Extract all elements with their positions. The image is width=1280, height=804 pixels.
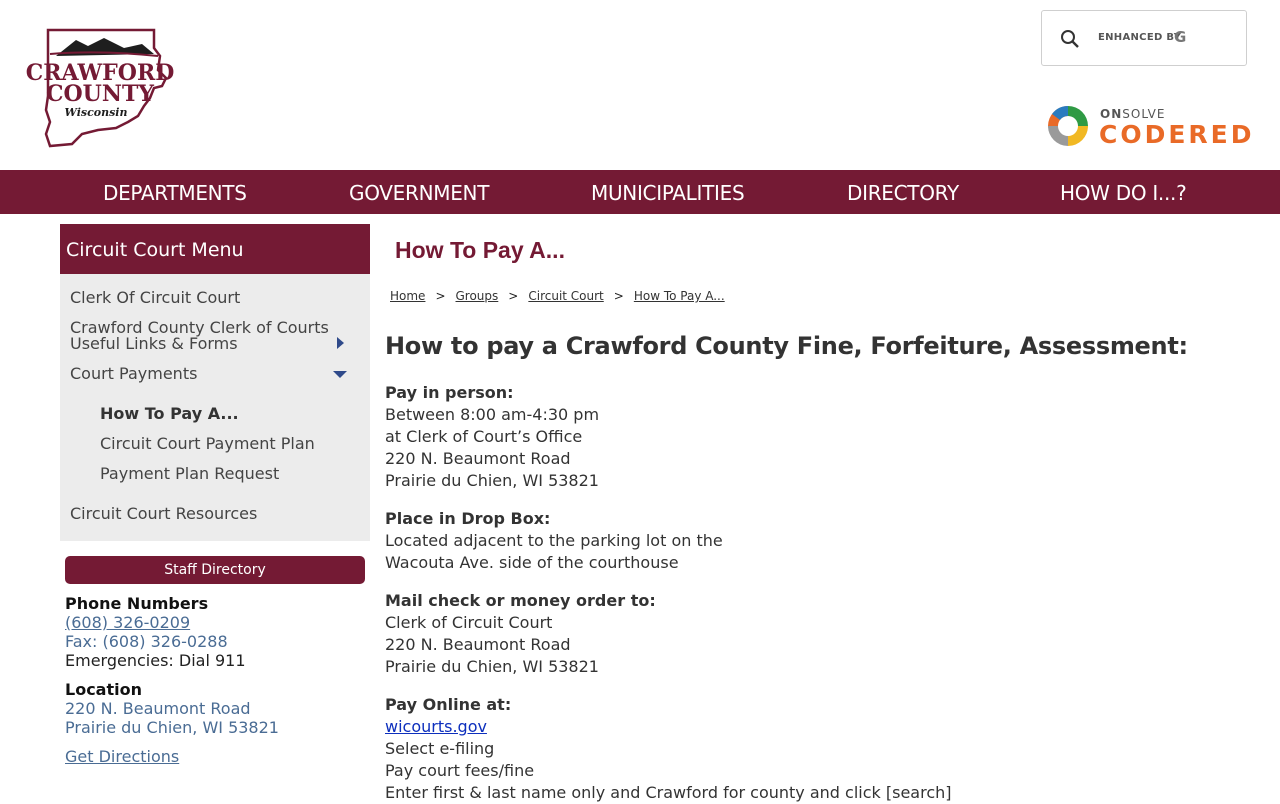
fax-number: Fax: (608) 326-0288 [65, 632, 228, 651]
section-line: Prairie du Chien, WI 53821 [385, 657, 599, 676]
breadcrumb: Home > Groups > Circuit Court > How To Pay A..… [390, 289, 725, 303]
breadcrumb-current-page[interactable]: How To Pay A... [634, 289, 725, 303]
section-line: Located adjacent to the parking lot on t… [385, 531, 723, 550]
address-line-2: Prairie du Chien, WI 53821 [65, 718, 279, 737]
search-icon[interactable] [1060, 29, 1080, 49]
section-line: Between 8:00 am-4:30 pm [385, 405, 600, 424]
main-navigation: DEPARTMENTS GOVERNMENT MUNICIPALITIES DI… [0, 170, 1280, 214]
section-title: Pay in person: [385, 383, 514, 402]
menu-item-clerk-of-circuit-court[interactable]: Clerk Of Circuit Court [70, 290, 240, 306]
breadcrumb-circuit-court[interactable]: Circuit Court [528, 289, 603, 303]
submenu-item-payment-plan-request[interactable]: Payment Plan Request [100, 464, 279, 483]
address-line-1: 220 N. Beaumont Road [65, 699, 251, 718]
content-heading: How to pay a Crawford County Fine, Forfe… [385, 332, 1188, 360]
section-title: Mail check or money order to: [385, 591, 656, 610]
emergency-number: Emergencies: Dial 911 [65, 651, 246, 670]
breadcrumb-groups[interactable]: Groups [456, 289, 499, 303]
onsolve-label: ONSOLVE [1100, 107, 1166, 121]
sidebar-menu: Clerk Of Circuit Court Crawford County C… [60, 274, 370, 541]
codered-logo[interactable]: ONSOLVE CODERED [1046, 104, 1252, 152]
get-directions-link[interactable]: Get Directions [65, 747, 179, 766]
staff-directory-button[interactable]: Staff Directory [65, 556, 365, 584]
site-search-box[interactable]: ENHANCED BY G [1041, 10, 1247, 66]
section-title: Place in Drop Box: [385, 509, 551, 528]
breadcrumb-separator: > [435, 289, 446, 303]
section-line: Select e-filing [385, 739, 495, 758]
section-line: Clerk of Circuit Court [385, 613, 553, 632]
search-enhanced-label: ENHANCED BY [1098, 32, 1182, 43]
logo-text-wisconsin: Wisconsin [65, 106, 128, 119]
menu-item-court-payments[interactable]: Court Payments [70, 366, 197, 382]
expand-arrow-right-icon[interactable] [337, 337, 344, 349]
sidebar-menu-title: Circuit Court Menu [60, 224, 370, 274]
google-g-icon: G [1174, 28, 1187, 46]
section-line: 220 N. Beaumont Road [385, 635, 571, 654]
section-line: Wacouta Ave. side of the courthouse [385, 553, 679, 572]
wicourts-link[interactable]: wicourts.gov [385, 717, 487, 736]
nav-how-do-i[interactable]: HOW DO I...? [1060, 170, 1187, 214]
crawford-county-logo[interactable]: CRAWFORD COUNTY Wisconsin [26, 26, 174, 150]
section-line: Enter first & last name only and Crawfor… [385, 783, 952, 802]
breadcrumb-separator: > [613, 289, 624, 303]
menu-item-circuit-court-resources[interactable]: Circuit Court Resources [70, 506, 257, 522]
nav-government[interactable]: GOVERNMENT [349, 170, 489, 214]
phone-link[interactable]: (608) 326-0209 [65, 613, 190, 632]
submenu-item-payment-plan[interactable]: Circuit Court Payment Plan [100, 434, 315, 453]
nav-departments[interactable]: DEPARTMENTS [103, 170, 247, 214]
site-header: CRAWFORD COUNTY Wisconsin ENHANCED BY G … [0, 0, 1280, 170]
codered-label: CODERED [1099, 120, 1255, 149]
logo-text-county: COUNTY [46, 81, 154, 107]
submenu-item-how-to-pay[interactable]: How To Pay A... [100, 404, 239, 423]
section-pay-in-person: Pay in person: Between 8:00 am-4:30 pm a… [385, 382, 599, 492]
section-pay-online: Pay Online at: wicourts.gov Select e-fil… [385, 694, 952, 804]
section-title: Pay Online at: [385, 695, 512, 714]
section-line: Prairie du Chien, WI 53821 [385, 471, 599, 490]
section-mail: Mail check or money order to: Clerk of C… [385, 590, 656, 678]
nav-municipalities[interactable]: MUNICIPALITIES [591, 170, 745, 214]
nav-directory[interactable]: DIRECTORY [847, 170, 959, 214]
phone-numbers-heading: Phone Numbers [65, 594, 209, 613]
section-line: at Clerk of Court’s Office [385, 427, 583, 446]
collapse-arrow-down-icon[interactable] [333, 371, 347, 378]
section-line: 220 N. Beaumont Road [385, 449, 571, 468]
section-line: Pay court fees/fine [385, 761, 535, 780]
codered-mark-icon [1046, 104, 1090, 148]
location-heading: Location [65, 680, 142, 699]
section-drop-box: Place in Drop Box: Located adjacent to t… [385, 508, 723, 574]
menu-item-useful-links[interactable]: Crawford County Clerk of Courts Useful L… [70, 320, 329, 352]
breadcrumb-home[interactable]: Home [390, 289, 425, 303]
page-title: How To Pay A... [395, 237, 565, 263]
breadcrumb-separator: > [508, 289, 519, 303]
menu-item-useful-links-line2: Useful Links & Forms [70, 334, 238, 353]
